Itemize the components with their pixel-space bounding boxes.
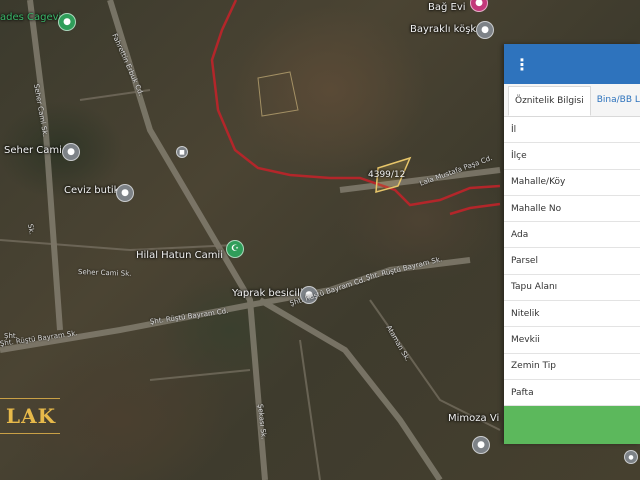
attribute-panel: ⋮ Öznitelik Bilgisi Bina/BB Lis İl İlçe … [504,44,640,444]
street-sk-left2: Şht. [4,332,18,340]
street-sk-left: Sk. [26,223,36,236]
poi-icon-mosque[interactable]: ☪ [226,240,244,258]
poi-icon-bus[interactable]: ■ [176,146,188,158]
tab-attribute-info[interactable]: Öznitelik Bilgisi [508,86,591,116]
row-mahalle-koy: Mahalle/Köy [504,170,640,196]
panel-tabs: Öznitelik Bilgisi Bina/BB Lis [504,84,640,117]
boundary-line-2 [449,202,501,216]
ataman-road [258,297,443,480]
poi-icon-ceviz[interactable]: ● [116,184,134,202]
row-ilce: İlçe [504,143,640,170]
label-bag-evi: Bağ Evi [428,2,466,13]
label-hilal-hatun: Hilal Hatun Camii [136,250,223,261]
brand-logo: LAK [0,398,60,434]
poi-icon-seher-cami[interactable]: ● [62,143,80,161]
row-pafta: Pafta [504,380,640,407]
panel-action-button[interactable] [504,406,640,444]
row-zemin-tip: Zemin Tip [504,354,640,380]
row-ada: Ada [504,222,640,249]
poi-icon-ades[interactable]: ● [58,13,76,31]
label-seher-cami: Seher Cami [4,145,62,156]
label-ades: ades Cagevi [0,12,62,23]
row-mevkii: Mevkii [504,327,640,354]
label-mimoza: Mimoza Vi [448,413,500,424]
row-parsel: Parsel [504,248,640,275]
vertical-ellipsis-icon[interactable]: ⋮ [514,52,530,76]
label-bayrakli: Bayraklı köşk [410,24,477,35]
row-il: İl [504,117,640,144]
poi-icon-bayrakli[interactable]: ● [476,21,494,39]
parcel-label: 4399/12 [368,170,406,180]
poi-icon-mimoza[interactable]: ● [472,436,490,454]
tab-building-list[interactable]: Bina/BB Lis [591,84,640,116]
poi-icon-corner[interactable]: ● [624,450,638,464]
panel-header: ⋮ [504,44,640,84]
row-tapu-alani: Tapu Alanı [504,275,640,302]
row-mahalle-no: Mahalle No [504,196,640,223]
row-nitelik: Nitelik [504,301,640,328]
seher-road [27,0,63,331]
label-ceviz: Ceviz butik [64,185,120,196]
